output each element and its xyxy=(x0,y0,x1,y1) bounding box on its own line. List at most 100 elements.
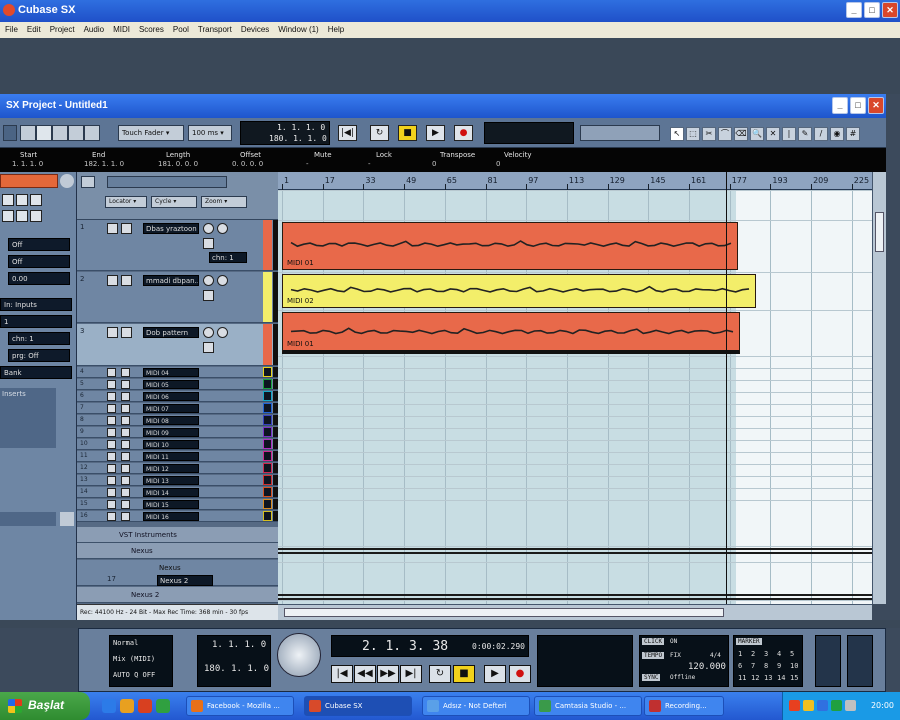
transport-play-button[interactable]: ▶ xyxy=(484,665,506,683)
track-row[interactable]: 12 MIDI 12 xyxy=(77,463,278,474)
taskbar-task[interactable]: Facebook - Mozilla ... xyxy=(186,696,294,716)
nexus-track-row[interactable]: Nexus Nexus 2 17 xyxy=(77,560,278,586)
time-warp-tool-icon[interactable]: | xyxy=(782,127,796,141)
open-mixer-icon[interactable] xyxy=(84,125,100,141)
track-mute-button[interactable] xyxy=(107,452,116,461)
tray-update-icon[interactable] xyxy=(831,700,842,711)
track-solo-button[interactable] xyxy=(121,275,132,286)
track-row[interactable]: 16 MIDI 16 xyxy=(77,511,278,522)
inspector-collapsed-section[interactable] xyxy=(0,512,56,526)
marker-key-11[interactable]: 11 xyxy=(738,674,746,682)
inspector-solo-button[interactable] xyxy=(16,194,28,206)
start-button[interactable]: Başlat xyxy=(0,692,90,720)
track-channel-select[interactable]: chn: 1 xyxy=(209,252,247,263)
infoline-value-velocity[interactable]: 0 xyxy=(496,160,500,168)
zoom-tool-icon[interactable]: 🔍 xyxy=(750,127,764,141)
taskbar-task[interactable]: Adsız - Not Defteri xyxy=(422,696,530,716)
locators-display[interactable]: 1. 1. 1. 0 180. 1. 1. 0 xyxy=(197,635,271,687)
tray-antivirus-icon[interactable] xyxy=(789,700,800,711)
marker-key-10[interactable]: 10 xyxy=(790,662,798,670)
inspector-inserts-section[interactable]: Inserts xyxy=(0,388,56,448)
master-fader[interactable] xyxy=(847,635,873,687)
line-tool-icon[interactable]: / xyxy=(814,127,828,141)
locator-select[interactable]: Locator ▾ xyxy=(105,196,147,208)
inspector-settings-icon[interactable] xyxy=(60,174,74,188)
track-row[interactable]: 9 MIDI 09 xyxy=(77,427,278,438)
infoline-value-lock[interactable]: - xyxy=(368,160,371,168)
track-edit-button[interactable] xyxy=(203,342,214,353)
track-record-enable-button[interactable] xyxy=(203,327,214,338)
transport-goto-start-button[interactable]: |◀ xyxy=(331,665,353,683)
menu-project[interactable]: Project xyxy=(50,25,75,38)
track-name[interactable]: Dob pattern xyxy=(143,327,199,338)
maximize-button[interactable]: □ xyxy=(864,2,880,18)
track-solo-button[interactable] xyxy=(121,512,130,521)
track-row[interactable]: 1 Dbas yraztoon chn: 1 xyxy=(77,220,278,271)
play-button[interactable]: ▶ xyxy=(426,125,445,141)
infoline-value-end[interactable]: 182. 1. 1. 0 xyxy=(84,160,124,168)
transport-stop-button[interactable]: ■ xyxy=(453,665,475,683)
minimize-button[interactable]: _ xyxy=(846,2,862,18)
nexus-2-folder[interactable]: Nexus 2 xyxy=(77,587,278,603)
track-row[interactable]: 4 MIDI 04 xyxy=(77,367,278,378)
cycle-select[interactable]: Cycle ▾ xyxy=(151,196,197,208)
record-button[interactable]: ● xyxy=(454,125,473,141)
track-record-enable-button[interactable] xyxy=(203,275,214,286)
media-player-quick-icon[interactable] xyxy=(138,699,152,713)
firefox-quick-icon[interactable] xyxy=(120,699,134,713)
inspector-track-header[interactable] xyxy=(0,174,58,188)
track-row[interactable]: 11 MIDI 11 xyxy=(77,451,278,462)
object-select-tool-icon[interactable]: ↖ xyxy=(670,127,684,141)
track-solo-button[interactable] xyxy=(121,476,130,485)
menu-transport[interactable]: Transport xyxy=(198,25,232,38)
menu-midi[interactable]: MIDI xyxy=(113,25,130,38)
marker-key-14[interactable]: 14 xyxy=(777,674,785,682)
track-monitor-button[interactable] xyxy=(217,275,228,286)
track-mute-button[interactable] xyxy=(107,416,116,425)
tray-volume-icon[interactable] xyxy=(803,700,814,711)
track-monitor-button[interactable] xyxy=(217,223,228,234)
track-filter-bar[interactable] xyxy=(107,176,227,188)
menu-scores[interactable]: Scores xyxy=(139,25,164,38)
timeline-ruler[interactable]: 1 17 33 49 65 81 97 113 129 145 161 177 193 209 225 xyxy=(278,172,872,190)
track-name[interactable]: MIDI 15 xyxy=(143,500,199,509)
track-solo-button[interactable] xyxy=(121,380,130,389)
track-solo-button[interactable] xyxy=(121,440,130,449)
inspector-eq-icon[interactable] xyxy=(60,512,74,526)
horizontal-scrollbar[interactable] xyxy=(278,604,872,620)
infoline-value-offset[interactable]: 0. 0. 0. 0 xyxy=(232,160,263,168)
marker-key-5[interactable]: 5 xyxy=(790,650,794,658)
track-row[interactable]: 14 MIDI 14 xyxy=(77,487,278,498)
event-display[interactable]: MIDI 01 MIDI 02 MIDI 01 xyxy=(278,190,872,604)
track-solo-button[interactable] xyxy=(121,428,130,437)
inspector-pan-field[interactable]: Off xyxy=(8,255,70,268)
track-row[interactable]: 3 Dob pattern xyxy=(77,324,278,366)
midi-part[interactable]: MIDI 02 xyxy=(282,274,756,308)
vertical-scroll-thumb[interactable] xyxy=(875,212,884,252)
quick-launch-icon[interactable] xyxy=(156,699,170,713)
show-desktop-icon[interactable] xyxy=(102,699,116,713)
tray-network-icon[interactable] xyxy=(817,700,828,711)
midi-part[interactable]: MIDI 01 xyxy=(282,312,740,354)
marker-key-13[interactable]: 13 xyxy=(764,674,772,682)
marker-key-8[interactable]: 8 xyxy=(764,662,768,670)
play-tool-icon[interactable]: ◉ xyxy=(830,127,844,141)
track-mute-button[interactable] xyxy=(107,440,116,449)
project-minimize-button[interactable]: _ xyxy=(832,97,848,114)
track-solo-button[interactable] xyxy=(121,404,130,413)
fast-forward-button[interactable]: ▶▶ xyxy=(377,665,399,683)
project-maximize-button[interactable]: □ xyxy=(850,97,866,114)
draw-tool-icon[interactable]: ✎ xyxy=(798,127,812,141)
track-edit-button[interactable] xyxy=(203,290,214,301)
inspector-edit-button[interactable] xyxy=(30,210,42,222)
taskbar-task[interactable]: Recording... xyxy=(644,696,724,716)
track-mute-button[interactable] xyxy=(107,428,116,437)
jog-wheel[interactable] xyxy=(277,633,321,677)
vertical-scrollbar[interactable] xyxy=(872,172,886,604)
menu-audio[interactable]: Audio xyxy=(84,25,104,38)
track-name[interactable]: MIDI 07 xyxy=(143,404,199,413)
track-row[interactable]: 6 MIDI 06 xyxy=(77,391,278,402)
nexus-folder[interactable]: Nexus xyxy=(77,543,278,559)
record-mode-display[interactable]: Normal Mix (MIDI) AUTO Q OFF xyxy=(109,635,173,687)
track-solo-button[interactable] xyxy=(121,327,132,338)
